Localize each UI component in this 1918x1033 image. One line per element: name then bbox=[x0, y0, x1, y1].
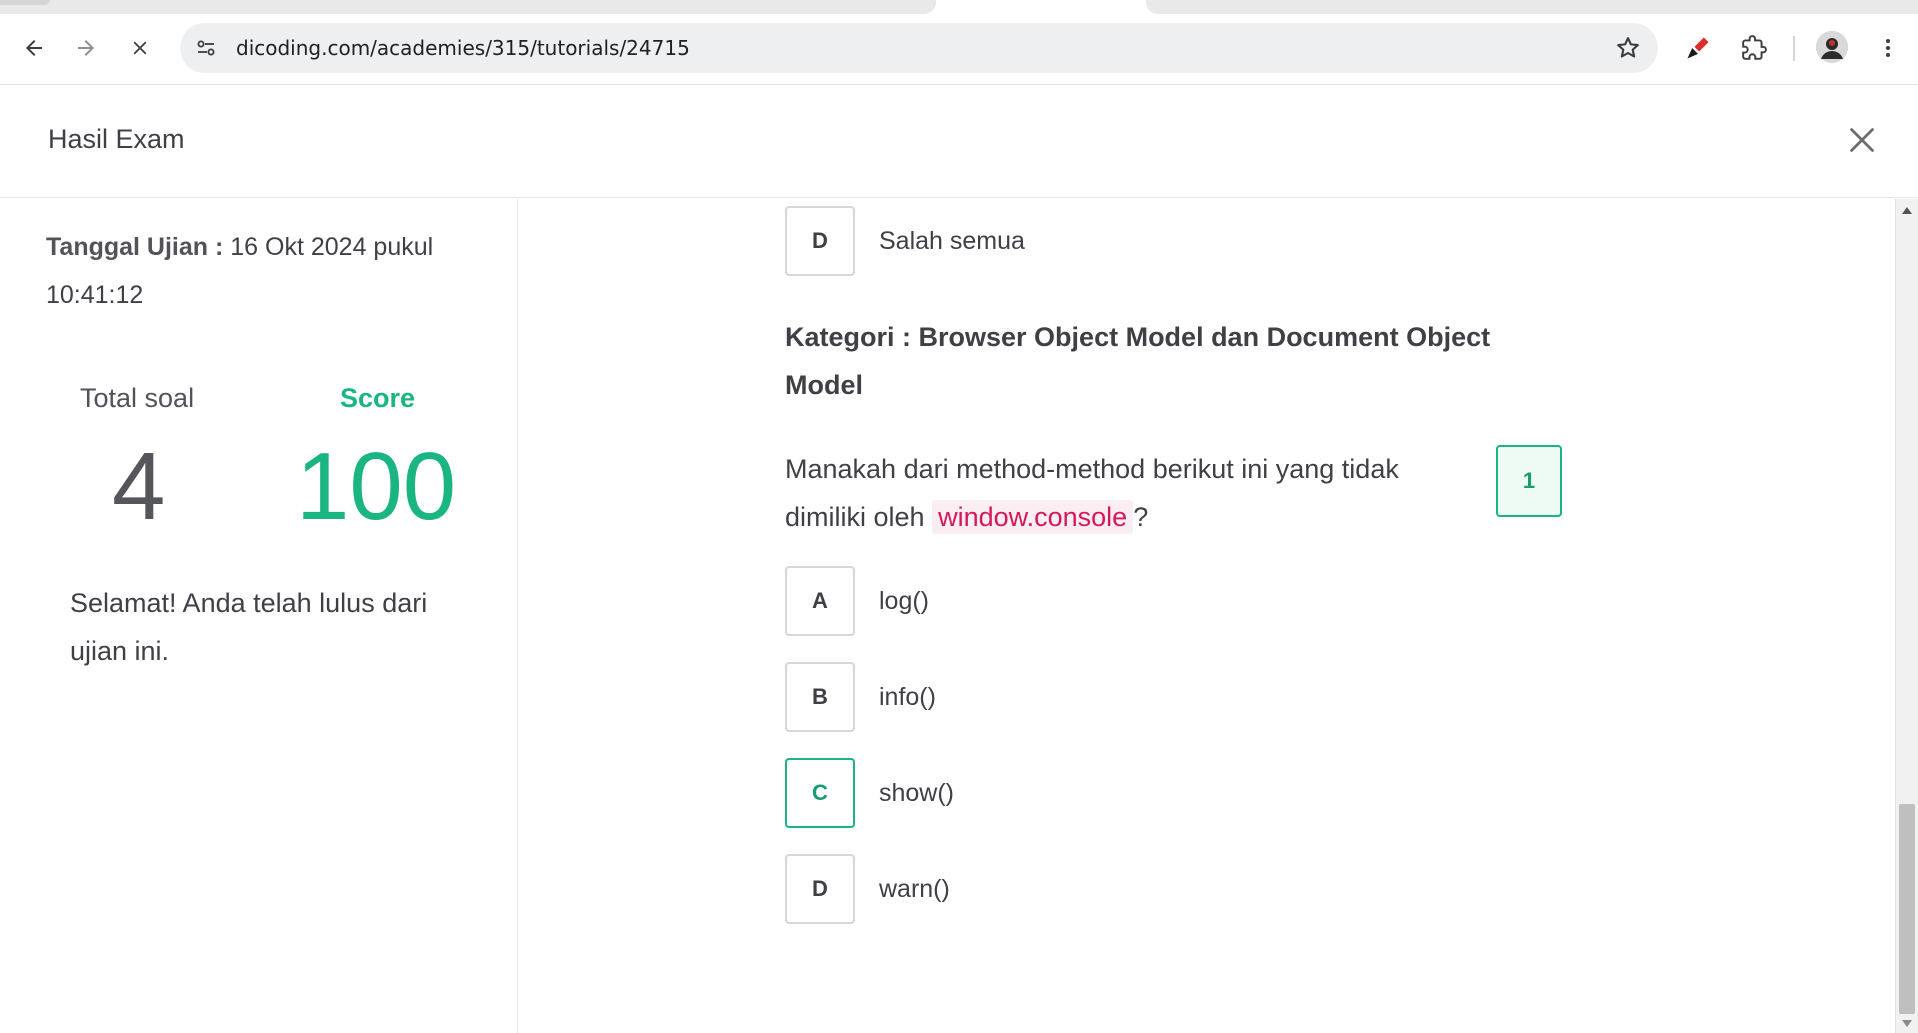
address-bar[interactable]: dicoding.com/academies/315/tutorials/247… bbox=[180, 23, 1658, 73]
forward-button[interactable] bbox=[68, 30, 104, 66]
page-title: Hasil Exam bbox=[48, 124, 185, 154]
close-icon bbox=[1850, 128, 1874, 152]
total-questions-value: 4 bbox=[112, 433, 166, 540]
page-scrollbar[interactable] bbox=[1895, 199, 1918, 1033]
option-letter: A bbox=[785, 566, 855, 636]
arrow-left-icon bbox=[26, 40, 42, 56]
question-text-end: ? bbox=[1133, 502, 1149, 532]
question-code: window.console bbox=[932, 500, 1134, 534]
question-text: Manakah dari method-method berikut ini y… bbox=[785, 445, 1485, 541]
option-letter: C bbox=[785, 758, 855, 828]
option-letter: B bbox=[785, 662, 855, 732]
exam-result-header: Hasil Exam bbox=[0, 86, 1918, 198]
scroll-thumb[interactable] bbox=[1899, 804, 1915, 1014]
result-summary-panel: Tanggal Ujian : 16 Okt 2024 pukul 10:41:… bbox=[0, 199, 518, 1033]
score-value: 100 bbox=[296, 433, 457, 540]
browser-menu-button[interactable] bbox=[1870, 30, 1906, 66]
exam-date: Tanggal Ujian : 16 Okt 2024 pukul 10:41:… bbox=[46, 223, 476, 319]
option-text: log() bbox=[879, 586, 930, 615]
answer-option-a: A log() bbox=[785, 566, 929, 636]
puzzle-icon bbox=[1742, 35, 1767, 60]
total-questions-label: Total soal bbox=[80, 383, 195, 413]
score-label: Score bbox=[340, 383, 416, 413]
pen-extension-icon bbox=[1687, 37, 1709, 59]
tab-strip bbox=[0, 0, 1918, 14]
stop-loading-button[interactable] bbox=[122, 30, 158, 66]
option-text: show() bbox=[879, 778, 955, 807]
extensions-menu-button[interactable] bbox=[1736, 30, 1772, 66]
exam-review-content: D Salah semua Kategori : Browser Object … bbox=[519, 199, 1895, 1033]
option-text: info() bbox=[879, 682, 936, 711]
browser-tab[interactable] bbox=[0, 0, 936, 14]
previous-answer-option: D Salah semua bbox=[785, 206, 1025, 276]
question-category: Kategori : Browser Object Model dan Docu… bbox=[785, 322, 1491, 400]
browser-toolbar: dicoding.com/academies/315/tutorials/247… bbox=[0, 0, 1918, 85]
pass-message: Selamat! Anda telah lulus dari ujian ini… bbox=[70, 588, 428, 666]
more-vert-icon bbox=[1886, 39, 1890, 57]
extension-button[interactable] bbox=[1680, 30, 1716, 66]
browser-tab[interactable] bbox=[1146, 0, 1918, 14]
question-number-badge: 1 bbox=[1496, 445, 1562, 517]
option-text: Salah semua bbox=[879, 226, 1025, 255]
option-letter: D bbox=[785, 854, 855, 924]
tab-edge bbox=[0, 0, 50, 5]
back-button[interactable] bbox=[16, 30, 52, 66]
answer-option-d: D warn() bbox=[785, 854, 950, 924]
arrow-right-icon bbox=[78, 40, 94, 56]
close-icon bbox=[133, 41, 147, 55]
profile-avatar[interactable] bbox=[1816, 31, 1848, 63]
answer-option-b: B info() bbox=[785, 662, 936, 732]
option-letter: D bbox=[785, 206, 855, 276]
exam-date-label: Tanggal Ujian : bbox=[46, 233, 224, 261]
scroll-up-arrow-icon[interactable] bbox=[1902, 207, 1912, 214]
toolbar-divider bbox=[1793, 36, 1795, 61]
option-text: warn() bbox=[879, 874, 950, 903]
url-text[interactable]: dicoding.com/academies/315/tutorials/247… bbox=[236, 36, 690, 60]
scroll-down-arrow-icon[interactable] bbox=[1902, 1020, 1912, 1027]
answer-option-c-correct: C show() bbox=[785, 758, 954, 828]
close-button[interactable] bbox=[1844, 122, 1880, 158]
bookmark-star-icon[interactable] bbox=[1614, 34, 1642, 62]
user-avatar-icon bbox=[1816, 31, 1848, 63]
site-settings-icon[interactable] bbox=[194, 36, 218, 60]
